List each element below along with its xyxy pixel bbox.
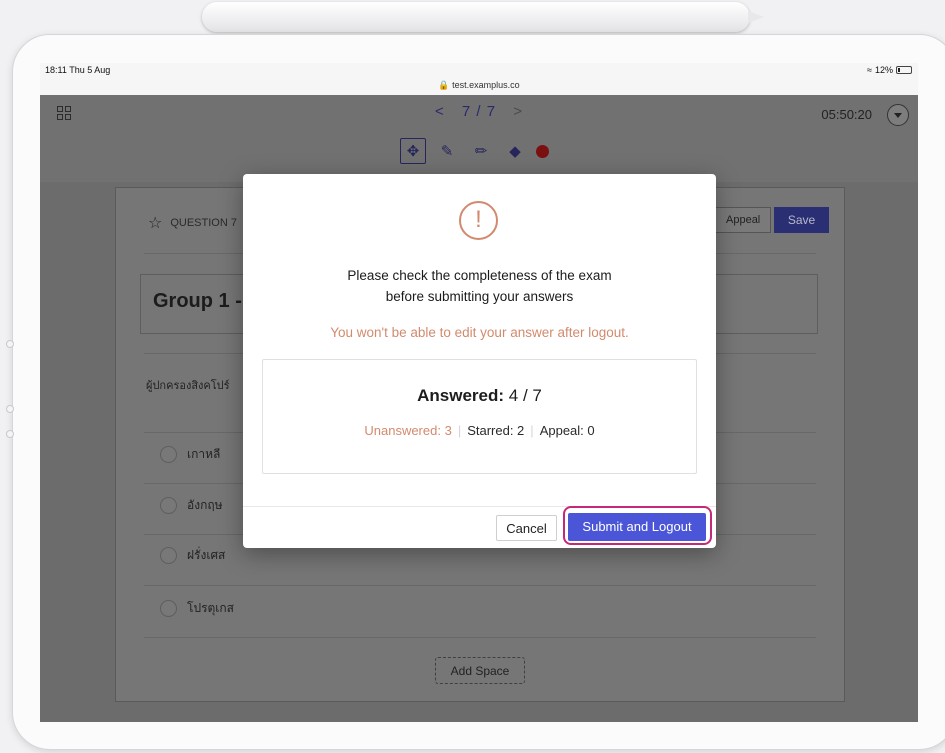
answered-label: Answered: — [417, 386, 505, 405]
divider — [144, 585, 816, 586]
dropdown-button[interactable] — [887, 104, 909, 126]
side-button — [6, 405, 14, 413]
battery-percent: 12% — [874, 65, 893, 75]
option-label: อังกฤษ — [187, 497, 223, 512]
unanswered-count: Unanswered: 3 — [364, 423, 452, 438]
answer-summary: Answered: 4 / 7 Unanswered: 3 | Starred: 2… — [262, 359, 697, 474]
apple-pencil — [202, 2, 764, 32]
option-label: โปรตุเกส — [187, 600, 234, 615]
side-button — [6, 340, 14, 348]
status-bar: 18:11 Thu 5 Aug 🔒 test.examplus.co ≈ 12% — [40, 63, 918, 95]
status-right: ≈ 12% — [867, 65, 912, 75]
divider — [144, 637, 816, 638]
appeal-count: Appeal: 0 — [539, 423, 595, 438]
radio-button[interactable] — [160, 496, 177, 514]
page-indicator: 7 / 7 — [461, 103, 497, 120]
url-text: test.examplus.co — [452, 80, 520, 90]
highlighter-icon[interactable]: ✏ — [468, 138, 494, 164]
modal-warning: You won't be able to edit your answer af… — [330, 325, 629, 340]
answer-stats: Unanswered: 3 | Starred: 2 | Appeal: 0 — [364, 423, 595, 438]
status-time: 18:11 Thu 5 Aug — [45, 65, 111, 75]
cancel-button[interactable]: Cancel — [496, 515, 557, 541]
answered-value: 4 / 7 — [508, 386, 542, 405]
submit-confirm-modal: ! Please check the completeness of the e… — [243, 174, 716, 548]
answer-option[interactable]: โปรตุเกส — [160, 598, 234, 618]
appeal-button[interactable]: Appeal — [715, 207, 771, 233]
eraser-icon[interactable]: ◆ — [502, 138, 528, 164]
drawing-toolbar: ✥ ✎ ✏ ◆ — [400, 137, 549, 165]
answer-option[interactable]: อังกฤษ — [160, 495, 223, 515]
exclamation-circle-icon: ! — [459, 201, 498, 240]
group-title: Group 1 - — [153, 290, 242, 312]
question-pager: < 7 / 7 > — [40, 103, 918, 120]
option-label: เกาหลี — [187, 446, 221, 461]
radio-button[interactable] — [160, 445, 177, 463]
url-bar[interactable]: 🔒 test.examplus.co — [40, 80, 918, 91]
option-label: ฝรั่งเศส — [187, 547, 226, 562]
exam-timer: 05:50:20 — [821, 107, 872, 122]
side-button — [6, 430, 14, 438]
question-label: QUESTION 7 — [170, 217, 237, 229]
battery-icon — [896, 66, 912, 74]
starred-count: Starred: 2 — [467, 423, 525, 438]
radio-button[interactable] — [160, 546, 177, 564]
answer-option[interactable]: เกาหลี — [160, 444, 220, 464]
radio-button[interactable] — [160, 599, 177, 617]
answered-count: Answered: 4 / 7 — [263, 386, 696, 406]
question-text: ผู้ปกครองสิงคโปร์ — [146, 380, 230, 392]
submit-and-logout-button[interactable]: Submit and Logout — [568, 513, 706, 541]
answer-option[interactable]: ฝรั่งเศส — [160, 545, 225, 565]
modal-title-line: Please check the completeness of the exa… — [347, 268, 612, 283]
modal-title-line: before submitting your answers — [385, 289, 574, 304]
color-dot[interactable] — [536, 144, 549, 158]
add-space-button[interactable]: Add Space — [435, 657, 525, 684]
move-icon[interactable]: ✥ — [400, 138, 426, 164]
wifi-icon: ≈ — [867, 65, 872, 75]
question-header: ☆ QUESTION 7 — [148, 213, 237, 233]
next-question-button[interactable]: > — [513, 103, 523, 120]
pen-icon[interactable]: ✎ — [434, 138, 460, 164]
star-icon[interactable]: ☆ — [148, 213, 162, 233]
app-header: < 7 / 7 > 05:50:20 ✥ ✎ ✏ ◆ — [40, 95, 918, 182]
prev-question-button[interactable]: < — [435, 103, 445, 120]
save-button[interactable]: Save — [774, 207, 829, 233]
modal-title: Please check the completeness of the exa… — [243, 265, 716, 307]
